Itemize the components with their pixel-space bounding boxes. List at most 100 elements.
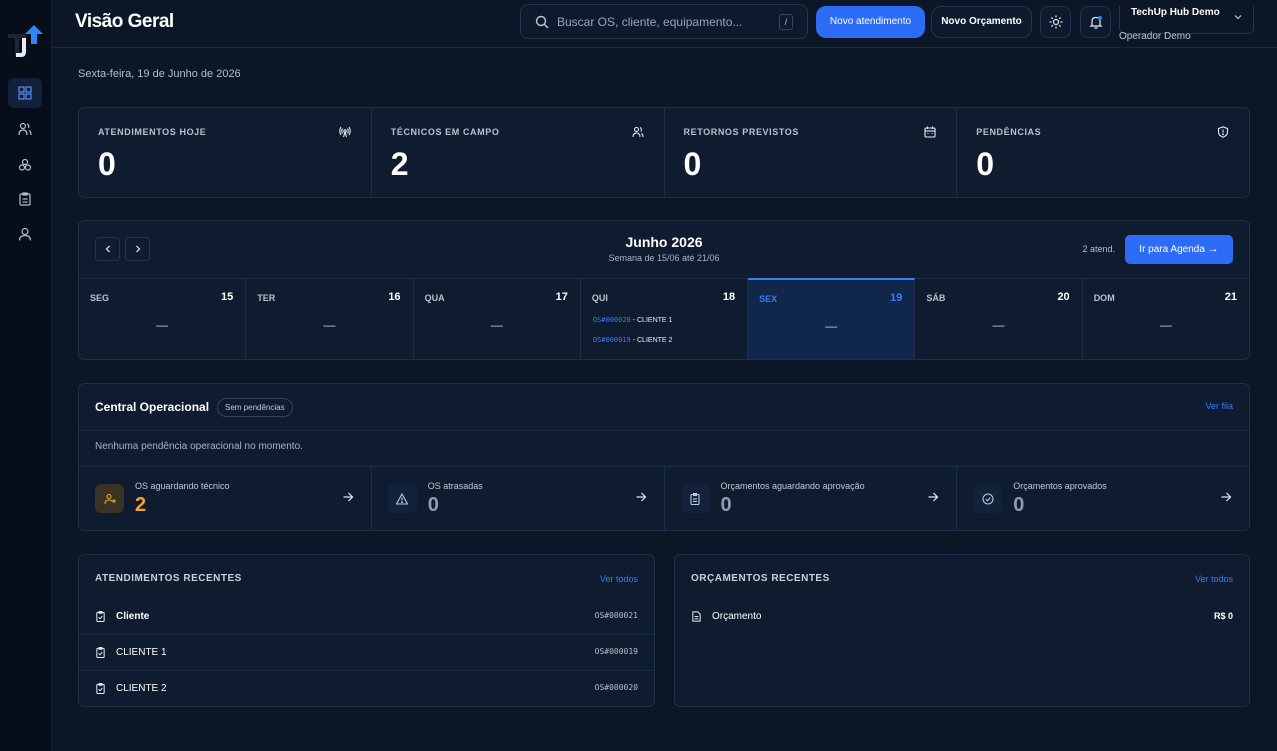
new-service-button[interactable]: Novo atendimento (816, 6, 925, 38)
recent-quotes-title: ORÇAMENTOS RECENTES (691, 573, 830, 584)
calendar-day-tue[interactable]: TER 16 — (246, 279, 414, 359)
calendar-day-fri[interactable]: SEX 19 — (748, 278, 916, 359)
notifications-button[interactable] (1080, 6, 1111, 38)
arrow-right-icon (1221, 492, 1232, 502)
sidebar-item-dashboard[interactable] (8, 78, 42, 108)
table-row[interactable]: Cliente OS#000021 (79, 599, 654, 635)
users-icon (18, 122, 32, 136)
day-empty-marker: — (490, 318, 503, 332)
recent-quotes-panel: ORÇAMENTOS RECENTES Ver todos Orçamento … (674, 554, 1250, 707)
current-date: Sexta-feira, 19 de Junho de 2026 (78, 68, 241, 80)
sidebar-item-modules[interactable] (8, 150, 42, 180)
table-row[interactable]: CLIENTE 1 OS#000019 (79, 635, 654, 671)
kpi-label: Orçamentos aguardando aprovação (720, 481, 865, 491)
kpi-label: OS aguardando técnico (135, 481, 230, 491)
row-code: OS#000020 (594, 683, 638, 692)
row-name: CLIENTE 2 (116, 683, 167, 694)
clipboard-icon (96, 683, 105, 694)
calendar-day-wed[interactable]: QUA 17 — (414, 279, 581, 359)
kpi-value: 0 (427, 494, 439, 516)
account-menu[interactable]: TechUp Hub Demo (1119, 6, 1254, 34)
document-icon (692, 611, 701, 622)
app-logo-icon[interactable] (6, 24, 46, 60)
calendar-icon (924, 126, 936, 138)
calendar-event[interactable]: OS#000019 - CLIENTE 2 (593, 336, 673, 344)
day-date: 18 (722, 291, 736, 303)
calendar-day-sat[interactable]: SÁB 20 — (915, 279, 1083, 359)
calendar-day-mon[interactable]: SEG 15 — (79, 279, 247, 359)
row-name: Orçamento (712, 611, 762, 622)
table-row[interactable]: CLIENTE 2 OS#000020 (79, 671, 654, 707)
view-all-services-link[interactable]: Ver todos (600, 574, 638, 584)
chevron-down-icon (1234, 15, 1242, 20)
kpi-value: 0 (1013, 494, 1025, 516)
view-all-quotes-link[interactable]: Ver todos (1195, 574, 1233, 584)
kpi-approved-quotes[interactable]: Orçamentos aprovados 0 (957, 466, 1249, 530)
warning-triangle-icon (396, 492, 409, 505)
calendar-day-thu[interactable]: QUI 18 OS#000020 - CLIENTE 1 OS#000019 -… (581, 279, 749, 359)
kpi-value: 2 (135, 494, 147, 516)
arrow-right-icon: → (1207, 243, 1219, 255)
row-name: CLIENTE 1 (116, 647, 167, 658)
sidebar-item-clients[interactable] (8, 114, 42, 144)
day-name: SEX (759, 294, 778, 304)
stat-value: 0 (98, 146, 116, 182)
day-date: 15 (221, 291, 234, 303)
calendar-count: 2 atend. (1082, 244, 1115, 254)
day-name: DOM (1093, 293, 1115, 303)
kpi-overdue-orders[interactable]: OS atrasadas 0 (372, 466, 665, 530)
new-quote-button[interactable]: Novo Orçamento (931, 6, 1032, 38)
clipboard-icon (96, 647, 105, 658)
stat-services-today: ATENDIMENTOS HOJE 0 (79, 108, 372, 197)
table-row[interactable]: Orçamento R$ 0 (675, 599, 1249, 635)
sidebar (0, 0, 52, 751)
kpi-value: 0 (720, 494, 732, 516)
day-empty-marker: — (1159, 318, 1172, 332)
go-to-agenda-button[interactable]: Ir para Agenda → (1125, 235, 1233, 264)
stat-label: TÉCNICOS EM CAMPO (390, 127, 500, 137)
users-icon (631, 126, 644, 138)
clipboard-icon (96, 611, 105, 622)
calendar-event[interactable]: OS#000020 - CLIENTE 1 (593, 316, 673, 324)
stat-technicians-field: TÉCNICOS EM CAMPO 2 (372, 108, 665, 197)
stat-pending: PENDÊNCIAS 0 (957, 108, 1249, 197)
day-empty-marker: — (825, 319, 838, 333)
day-name: TER (257, 293, 276, 303)
account-role: Operador Demo (1119, 31, 1191, 42)
search-input[interactable]: Buscar OS, cliente, equipamento... / (520, 4, 808, 39)
day-empty-marker: — (156, 318, 169, 332)
day-name: SÁB (926, 293, 946, 303)
recent-services-panel: ATENDIMENTOS RECENTES Ver todos Cliente … (78, 554, 655, 707)
sidebar-item-orders[interactable] (8, 184, 42, 214)
alert-shield-icon (1217, 126, 1229, 138)
arrow-right-icon (343, 492, 354, 502)
day-empty-marker: — (323, 318, 336, 332)
kpi-awaiting-technician[interactable]: OS aguardando técnico 2 (79, 466, 372, 530)
day-empty-marker: — (992, 318, 1005, 332)
arrow-right-icon (928, 492, 939, 502)
stat-label: RETORNOS PREVISTOS (683, 127, 799, 137)
week-calendar: Junho 2026 Semana de 15/06 até 21/06 2 a… (78, 220, 1250, 360)
kpi-quotes-awaiting-approval[interactable]: Orçamentos aguardando aprovação 0 (665, 466, 958, 530)
day-date: 21 (1224, 291, 1237, 303)
day-date: 19 (890, 292, 903, 304)
check-circle-icon (982, 492, 994, 505)
calendar-day-sun[interactable]: DOM 21 — (1083, 279, 1249, 359)
operations-title: Central Operacional (95, 400, 210, 414)
event-client: - CLIENTE 2 (630, 337, 673, 344)
view-queue-link[interactable]: Ver fila (1205, 401, 1233, 411)
go-to-agenda-label: Ir para Agenda (1139, 244, 1205, 255)
theme-toggle-button[interactable] (1040, 6, 1071, 38)
event-client: - CLIENTE 1 (630, 317, 673, 324)
event-code: OS#000020 (592, 316, 631, 324)
stat-value: 2 (390, 146, 409, 182)
stat-label: ATENDIMENTOS HOJE (98, 127, 207, 137)
sun-icon (1049, 15, 1062, 29)
day-date: 17 (555, 291, 568, 303)
kpi-icon-box (387, 484, 417, 513)
top-bar: Visão Geral Buscar OS, cliente, equipame… (52, 0, 1277, 48)
sidebar-item-profile[interactable] (8, 219, 42, 249)
calendar-month: Junho 2026 (625, 234, 703, 250)
day-date: 16 (388, 291, 401, 303)
row-code: OS#000021 (594, 611, 638, 620)
